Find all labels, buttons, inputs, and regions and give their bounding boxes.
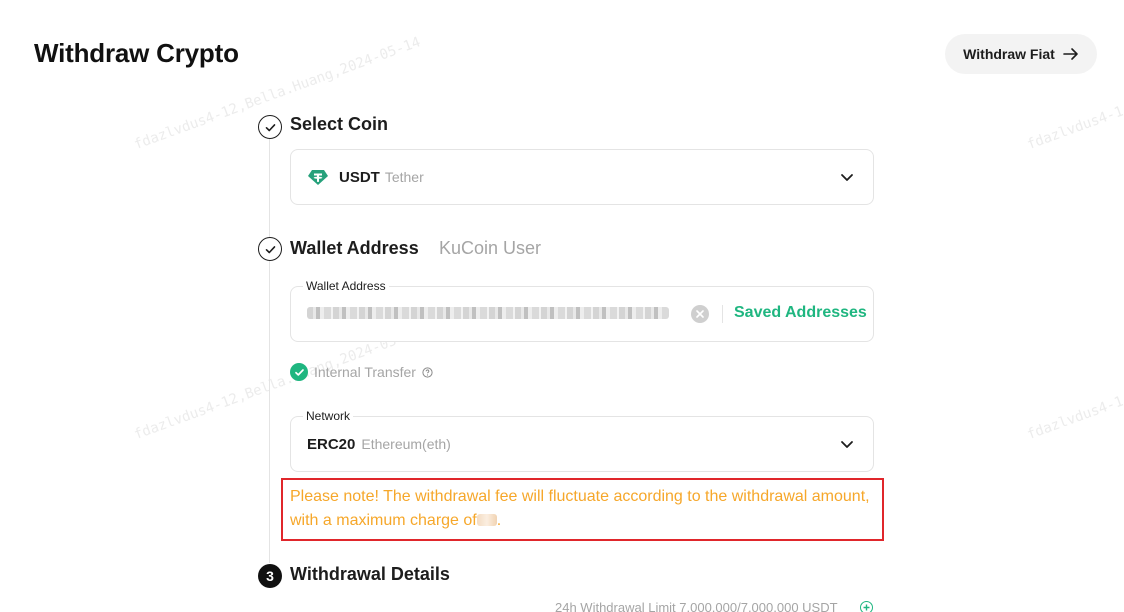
tab-kucoin-user[interactable]: KuCoin User [439,238,541,259]
coin-select[interactable]: USDT Tether [290,149,874,205]
step-title-withdrawal-details: Withdrawal Details [290,564,450,584]
step-complete-icon [258,237,282,261]
network-select[interactable]: Network ERC20 Ethereum(eth) [290,409,874,472]
watermark-text: fdazlvdus4-1 [1025,393,1124,444]
chevron-down-icon[interactable] [839,169,855,185]
wallet-address-value-blurred[interactable] [307,307,669,319]
step-timeline [269,138,270,563]
internal-transfer-row[interactable]: Internal Transfer [290,363,433,381]
withdraw-fiat-button[interactable]: Withdraw Fiat [945,34,1097,74]
withdrawal-fee-notice: Please note! The withdrawal fee will flu… [281,478,884,541]
notice-line-2: with a maximum charge of. [290,512,502,529]
fee-amount-blurred [476,514,497,526]
step-title-select-coin: Select Coin [290,114,389,134]
chevron-down-icon[interactable] [839,436,855,452]
withdrawal-limit-text: 24h Withdrawal Limit 7,000,000/7,000,000… [555,600,838,612]
wallet-address-label: Wallet Address [303,279,389,293]
withdraw-fiat-label: Withdraw Fiat [963,46,1055,62]
notice-line-1: Please note! The withdrawal fee will flu… [290,488,870,505]
saved-addresses-link[interactable]: Saved Addresses [734,304,867,322]
arrow-right-icon [1063,48,1078,60]
network-name: Ethereum(eth) [361,436,451,452]
field-divider [722,305,723,323]
tab-wallet-address[interactable]: Wallet Address [290,238,419,259]
help-icon[interactable] [422,366,433,378]
watermark-text: fdazlvdus4-1 [1025,103,1124,154]
coin-name: Tether [384,169,424,185]
network-symbol: ERC20 [307,435,356,453]
check-circle-icon[interactable] [290,363,308,381]
clear-icon[interactable] [691,305,709,323]
tether-icon [307,166,329,188]
step-number-badge: 3 [258,564,282,588]
internal-transfer-label: Internal Transfer [314,364,416,380]
plus-circle-icon[interactable] [860,601,873,612]
coin-symbol: USDT [339,168,380,186]
step-complete-icon [258,115,282,139]
page-title: Withdraw Crypto [34,38,239,68]
wallet-address-field[interactable]: Wallet Address Saved Addresses [290,279,874,342]
